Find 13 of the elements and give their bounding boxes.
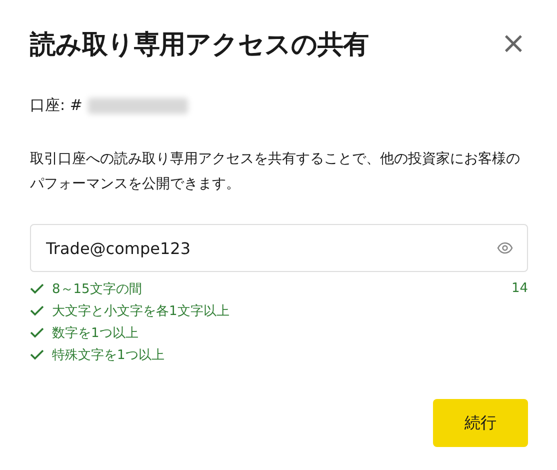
close-button[interactable]: ×: [498, 29, 528, 59]
eye-icon[interactable]: [497, 242, 513, 254]
description: 取引口座への読み取り専用アクセスを共有することで、他の投資家にお客様のパフォーマンスを公開できます。: [30, 150, 521, 194]
rule-text: 8～15文字の間: [52, 280, 142, 298]
dialog-title: 読み取り専用アクセスの共有: [30, 28, 368, 62]
password-field[interactable]: Trade@compe123: [30, 224, 528, 272]
rule-text: 大文字と小文字を各1文字以上: [52, 302, 230, 320]
continue-button[interactable]: 続行: [433, 399, 528, 447]
rule-text: 数字を1つ以上: [52, 324, 138, 342]
password-input[interactable]: Trade@compe123: [44, 238, 497, 258]
character-count: 14: [511, 281, 528, 296]
account-label: 口座: #: [30, 96, 82, 115]
rule-text: 特殊文字を1つ以上: [52, 346, 164, 364]
